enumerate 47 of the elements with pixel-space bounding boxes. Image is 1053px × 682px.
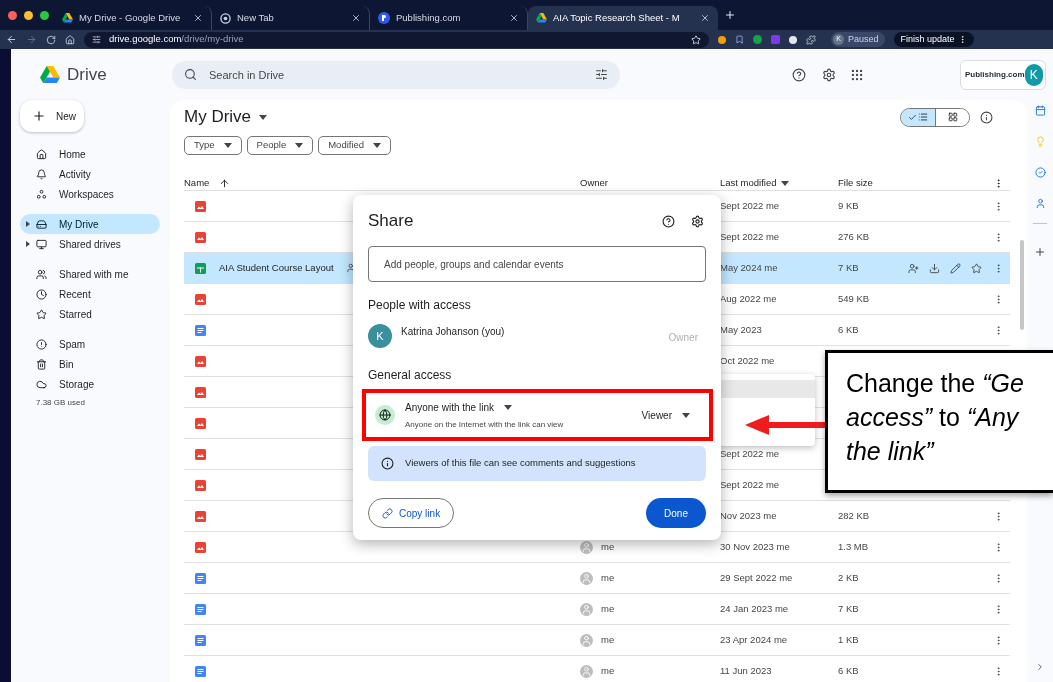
organization-name: Publishing.com	[965, 68, 1025, 81]
owner-name: me	[601, 571, 615, 586]
modified-date: 29 Sept 2022 me	[720, 572, 793, 584]
modified-date: Sept 2022 me	[720, 479, 780, 491]
section-heading: General access	[368, 367, 453, 384]
owner-name: me	[601, 540, 615, 555]
modified-date: 30 Nov 2023 me	[720, 541, 790, 553]
file-size: 9 KB	[838, 200, 859, 212]
column-header: File size	[838, 177, 873, 188]
profile-status: Paused	[848, 32, 879, 46]
file-size: 276 KB	[838, 231, 870, 243]
account-avatar: K	[1024, 63, 1043, 86]
modified-date: 24 Jan 2023 me	[720, 603, 789, 615]
file-size: 6 KB	[838, 665, 859, 677]
file-size: 282 KB	[838, 510, 870, 522]
file-size: 1 KB	[838, 634, 859, 646]
file-size: 7 KB	[838, 603, 859, 615]
storage-used: 7.38 GB used	[36, 397, 86, 409]
modified-date: Oct 2022 me	[720, 355, 775, 367]
file-size: 7 KB	[838, 262, 859, 274]
modified-date: 23 Apr 2024 me	[720, 634, 788, 646]
file-size: 6 KB	[838, 324, 859, 336]
owner-name: me	[601, 633, 615, 648]
modified-date: May 2023	[720, 324, 762, 336]
dialog-title: Share	[368, 210, 415, 233]
info-text: Viewers of this file can see comments and suggestions	[405, 456, 636, 471]
modified-date: Aug 2022 me	[720, 293, 777, 305]
owner-name: me	[601, 664, 615, 679]
section-heading: People with access	[368, 297, 472, 314]
modified-date: Sept 2022 me	[720, 200, 780, 212]
access-description: Anyone on the Internet with the link can view	[405, 418, 565, 431]
person-role: Owner	[668, 331, 698, 345]
file-size: 1.3 MB	[838, 541, 869, 553]
modified-date: May 2024 me	[720, 262, 778, 274]
file-size: 2 KB	[838, 572, 859, 584]
modified-date: Sept 2022 me	[720, 448, 780, 460]
modified-date: Nov 2023 me	[720, 510, 777, 522]
modified-date: Sept 2022 me	[720, 231, 780, 243]
column-header: Owner	[580, 177, 608, 188]
modified-date: 11 Jun 2023	[720, 665, 772, 677]
owner-name: me	[601, 602, 615, 617]
file-name: AIA Student Course Layout	[219, 261, 334, 276]
file-size: 549 KB	[838, 293, 870, 305]
person-avatar: K	[368, 324, 392, 348]
app-name: Drive	[67, 63, 107, 86]
callout-text: Change the “Ge access” to “Any the link”	[846, 368, 1025, 467]
person-name: Katrina Johanson (you)	[401, 325, 506, 339]
